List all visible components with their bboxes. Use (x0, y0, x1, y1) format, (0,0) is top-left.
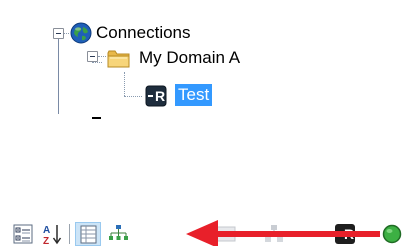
tree-guide-dash (92, 117, 101, 119)
sort-az-icon: A Z (43, 225, 62, 246)
globe-icon (70, 22, 92, 44)
tree-guide-horizontal-leaf (124, 96, 142, 97)
disabled-button-2[interactable] (262, 222, 286, 246)
grey-rect-icon (216, 226, 236, 242)
sort-letter-z: Z (43, 236, 49, 246)
rdp-badge: R (344, 226, 355, 242)
toolbar-separator (69, 224, 70, 244)
expand-collapse-toggle-root[interactable] (53, 28, 64, 39)
rdp-connection-badge: R (155, 88, 166, 104)
tree-guide-root-connector (64, 33, 69, 34)
status-button[interactable] (380, 222, 404, 246)
tree-node-my-domain-a[interactable]: My Domain A (139, 47, 240, 69)
hierarchy-icon (109, 225, 128, 240)
tree-guide-vertical-root (58, 34, 59, 114)
disabled-button-1[interactable] (214, 222, 238, 246)
tree-guide-group-connector (98, 56, 106, 57)
properties-button[interactable] (75, 222, 101, 246)
tree-node-connections[interactable]: Connections (96, 22, 191, 44)
grey-hierarchy-icon (265, 225, 283, 242)
property-grid-icon (80, 225, 97, 244)
tree-guide-vertical-leaf (124, 72, 125, 96)
categorized-view-button[interactable] (11, 222, 35, 246)
canvas: Connections My Domain A R Test A Z R (0, 0, 407, 246)
tree-node-test[interactable]: Test (175, 84, 213, 106)
tree-guide-horizontal-group (92, 62, 102, 63)
expand-collapse-toggle-group[interactable] (87, 51, 98, 62)
folder-icon (107, 50, 130, 68)
categorized-icon (13, 224, 33, 244)
sort-letter-a: A (43, 225, 50, 236)
alphabetical-sort-button[interactable]: A Z (40, 222, 64, 246)
inheritance-button[interactable] (106, 222, 130, 246)
rdp-button[interactable]: R (333, 222, 357, 246)
property-toolbar: A Z R (0, 222, 407, 246)
green-dot-icon (382, 224, 402, 244)
